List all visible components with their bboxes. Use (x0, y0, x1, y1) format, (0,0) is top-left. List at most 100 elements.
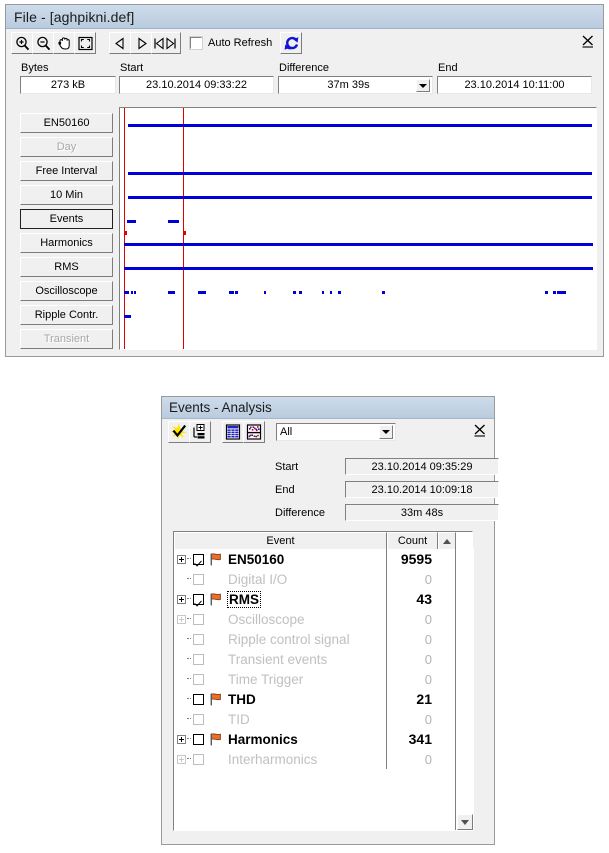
event-checkbox-digital-i-o[interactable] (193, 573, 204, 585)
column-header-event[interactable]: Event (174, 532, 387, 549)
events-grid[interactable]: Event Count EN50160 9595 Digital I/O 0 RMS 43… (173, 531, 473, 831)
event-row-rms[interactable]: RMS 43 (174, 589, 472, 609)
event-name-cell[interactable]: TID (174, 709, 387, 729)
cursor-handle-2[interactable] (183, 231, 186, 235)
event-row-interharmonics[interactable]: Interharmonics 0 (174, 749, 472, 769)
event-name-cell[interactable]: Transient events (174, 649, 387, 669)
event-count: 9595 (400, 551, 432, 567)
event-name-cell[interactable]: EN50160 (174, 549, 387, 569)
jump-to-bounds-button[interactable] (151, 32, 181, 54)
tree-connector (186, 749, 192, 769)
flag-icon (210, 592, 221, 605)
event-row-harmonics[interactable]: Harmonics 341 (174, 729, 472, 749)
field-bytes: Bytes 273 kB (20, 62, 116, 94)
tree-connector (186, 669, 192, 689)
main-toolbar: Auto Refresh (6, 29, 603, 57)
event-checkbox-time-trigger[interactable] (193, 673, 204, 685)
expand-tree-button[interactable] (189, 421, 211, 443)
nav-button-ripple-contr[interactable]: Ripple Contr. (20, 305, 113, 325)
flag-icon (210, 692, 221, 705)
event-name-cell[interactable]: Harmonics (174, 729, 387, 749)
chevron-down-icon (419, 83, 427, 88)
event-row-tid[interactable]: TID 0 (174, 709, 472, 729)
event-name-cell[interactable]: Ripple control signal (174, 629, 387, 649)
event-name-cell[interactable]: Time Trigger (174, 669, 387, 689)
nav-button-events[interactable]: Events (20, 209, 113, 229)
event-row-digital-i-o[interactable]: Digital I/O 0 (174, 569, 472, 589)
event-name-cell[interactable]: Digital I/O (174, 569, 387, 589)
main-close-button[interactable] (581, 34, 595, 51)
scatter-view-button[interactable] (243, 421, 265, 443)
expand-tree-icon (193, 424, 205, 439)
nav-button-harmonics[interactable]: Harmonics (20, 233, 113, 253)
nav-button-10-min[interactable]: 10 Min (20, 185, 113, 205)
expand-toggle-harmonics[interactable] (177, 734, 186, 744)
event-row-time-trigger[interactable]: Time Trigger 0 (174, 669, 472, 689)
events-close-button[interactable] (473, 423, 487, 440)
cursor-line-1[interactable] (124, 108, 125, 349)
step-back-button[interactable] (109, 32, 131, 54)
tree-connector (186, 709, 192, 729)
trace-oscilloscope (134, 291, 136, 294)
cursor-line-2[interactable] (183, 108, 184, 349)
event-checkbox-rms[interactable] (193, 593, 204, 605)
nav-button-oscilloscope[interactable]: Oscilloscope (20, 281, 113, 301)
event-checkbox-en50160[interactable] (193, 553, 204, 565)
nav-label: EN50160 (43, 117, 90, 129)
event-checkbox-ripple-control-signal[interactable] (193, 633, 204, 645)
cursor-handle-1[interactable] (124, 231, 127, 235)
expand-toggle-oscilloscope[interactable] (177, 614, 186, 624)
nav-button-en50160[interactable]: EN50160 (20, 113, 113, 133)
check-mark-icon (170, 424, 187, 440)
auto-refresh-checkbox[interactable] (189, 36, 203, 50)
field-start-label: Start (120, 62, 144, 74)
column-header-count[interactable]: Count (387, 532, 438, 549)
expand-toggle-interharmonics[interactable] (177, 754, 186, 764)
flag-icon (210, 732, 221, 745)
pan-button[interactable] (53, 32, 75, 54)
events-grid-scrollbar[interactable] (455, 548, 474, 830)
trace-oscilloscope (330, 291, 332, 294)
event-row-ripple-control-signal[interactable]: Ripple control signal 0 (174, 629, 472, 649)
table-view-button[interactable] (222, 421, 244, 443)
event-row-thd[interactable]: THD 21 (174, 689, 472, 709)
info-start-value: 23.10.2014 09:35:29 (345, 458, 499, 475)
event-name-cell[interactable]: THD (174, 689, 387, 709)
event-checkbox-transient-events[interactable] (193, 653, 204, 665)
nav-button-free-interval[interactable]: Free Interval (20, 161, 113, 181)
event-label: EN50160 (228, 551, 285, 567)
event-filter-combo[interactable]: All (276, 423, 396, 441)
zoom-in-button[interactable] (11, 32, 33, 54)
fit-to-screen-button[interactable] (74, 32, 96, 54)
event-checkbox-oscilloscope[interactable] (193, 613, 204, 625)
auto-refresh-row[interactable]: Auto Refresh (189, 36, 272, 50)
event-filter-dropdown-arrow[interactable] (379, 425, 393, 439)
event-checkbox-thd[interactable] (193, 693, 204, 705)
nav-label: Ripple Contr. (34, 309, 99, 321)
nav-button-rms[interactable]: RMS (20, 257, 113, 277)
field-difference-combo[interactable]: 37m 39s (278, 76, 433, 94)
step-forward-button[interactable] (130, 32, 152, 54)
expand-toggle-rms[interactable] (177, 594, 186, 604)
event-row-en50160[interactable]: EN50160 9595 (174, 549, 472, 569)
difference-dropdown-arrow[interactable] (416, 79, 430, 92)
timeline-plot[interactable] (119, 107, 597, 350)
event-row-transient-events[interactable]: Transient events 0 (174, 649, 472, 669)
tree-connector (186, 629, 192, 649)
event-checkbox-interharmonics[interactable] (193, 753, 204, 765)
event-name-cell[interactable]: RMS (174, 589, 387, 609)
event-name-cell[interactable]: Oscilloscope (174, 609, 387, 629)
scrollbar-up-button[interactable] (438, 532, 456, 549)
zoom-out-button[interactable] (32, 32, 54, 54)
refresh-button[interactable] (280, 32, 303, 54)
event-row-oscilloscope[interactable]: Oscilloscope 0 (174, 609, 472, 629)
events-grid-body: EN50160 9595 Digital I/O 0 RMS 43 Oscilloscope… (174, 549, 472, 769)
apply-check-button[interactable] (168, 421, 190, 443)
info-start-label: Start (275, 460, 299, 473)
event-checkbox-tid[interactable] (193, 713, 204, 725)
flag-icon-slot (209, 673, 223, 686)
event-name-cell[interactable]: Interharmonics (174, 749, 387, 769)
expand-toggle-en50160[interactable] (177, 554, 186, 564)
event-checkbox-harmonics[interactable] (193, 733, 204, 745)
scrollbar-down-button[interactable] (457, 814, 473, 830)
